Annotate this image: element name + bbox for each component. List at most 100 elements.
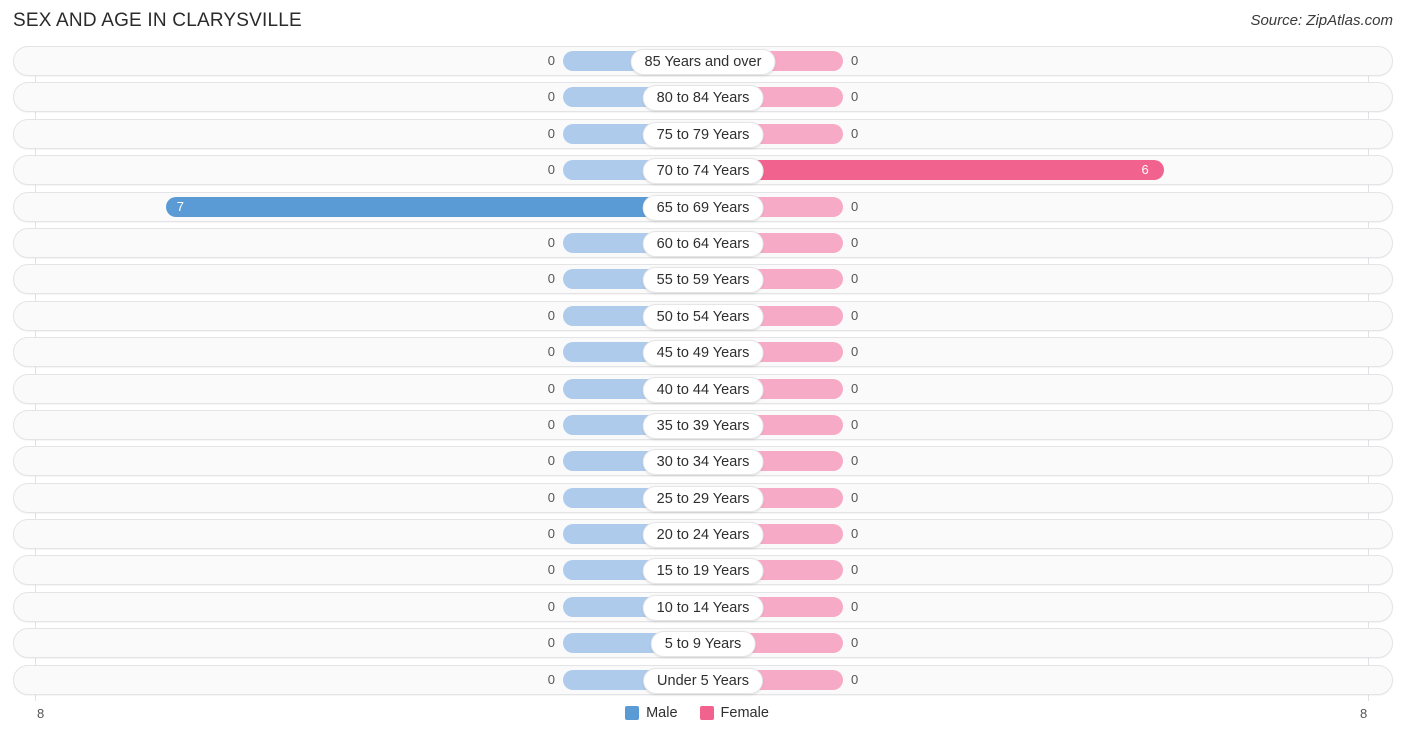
legend-label-female: Female <box>720 705 769 721</box>
male-value-label: 0 <box>547 453 555 469</box>
male-value-label: 0 <box>547 162 555 178</box>
table-row[interactable]: 0 0 20 to 24 Years <box>13 519 1393 550</box>
age-group-label: 40 to 44 Years <box>642 376 764 403</box>
table-row[interactable]: 0 0 10 to 14 Years <box>13 591 1393 622</box>
table-row[interactable]: 7 0 65 to 69 Years <box>13 191 1393 222</box>
female-value-label: 0 <box>851 453 859 469</box>
age-group-label: 80 to 84 Years <box>642 85 764 112</box>
female-value-label: 0 <box>851 307 859 323</box>
male-value-label: 0 <box>547 416 555 432</box>
male-value-label: 0 <box>547 307 555 323</box>
female-value-label: 6 <box>1141 162 1149 178</box>
male-value-label: 0 <box>547 598 555 614</box>
legend-item-female[interactable]: Female <box>699 705 769 721</box>
table-row[interactable]: 0 0 5 to 9 Years <box>13 628 1393 659</box>
age-group-label: 15 to 19 Years <box>642 558 764 585</box>
age-group-label: 5 to 9 Years <box>650 631 756 658</box>
female-value-label: 0 <box>851 125 859 141</box>
row-bars: 0 0 45 to 49 Years <box>14 338 1392 367</box>
row-bars: 0 0 80 to 84 Years <box>14 83 1392 112</box>
table-row[interactable]: 0 6 70 to 74 Years <box>13 155 1393 186</box>
male-value-label: 0 <box>547 89 555 105</box>
age-group-label: 65 to 69 Years <box>642 194 764 221</box>
male-value-label: 0 <box>547 489 555 505</box>
female-value-label: 0 <box>851 562 859 578</box>
male-value-label: 0 <box>547 635 555 651</box>
age-group-label: 60 to 64 Years <box>642 230 764 257</box>
source-attribution: Source: ZipAtlas.com <box>1250 12 1393 29</box>
table-row[interactable]: 0 0 50 to 54 Years <box>13 300 1393 331</box>
chart-legend: Male Female <box>0 705 1406 721</box>
table-row[interactable]: 0 0 30 to 34 Years <box>13 446 1393 477</box>
female-value-label: 0 <box>851 489 859 505</box>
row-bars: 0 0 55 to 59 Years <box>14 265 1392 294</box>
age-group-label: 70 to 74 Years <box>642 158 764 185</box>
age-group-label: 45 to 49 Years <box>642 340 764 367</box>
table-row[interactable]: 0 0 55 to 59 Years <box>13 264 1393 295</box>
table-row[interactable]: 0 0 35 to 39 Years <box>13 409 1393 440</box>
female-value-label: 0 <box>851 671 859 687</box>
female-value-label: 0 <box>851 380 859 396</box>
table-row[interactable]: 0 0 40 to 44 Years <box>13 373 1393 404</box>
table-row[interactable]: 0 0 45 to 49 Years <box>13 337 1393 368</box>
table-row[interactable]: 0 0 60 to 64 Years <box>13 227 1393 258</box>
age-group-label: 20 to 24 Years <box>642 522 764 549</box>
male-value-label: 0 <box>547 344 555 360</box>
table-row[interactable]: 0 0 Under 5 Years <box>13 664 1393 695</box>
male-value-label: 0 <box>547 380 555 396</box>
row-bars: 0 0 15 to 19 Years <box>14 556 1392 585</box>
table-row[interactable]: 0 0 80 to 84 Years <box>13 82 1393 113</box>
female-value-label: 0 <box>851 416 859 432</box>
age-group-row-list: 0 0 85 Years and over 0 0 80 to 84 Years 0 0 75 … <box>0 46 1406 701</box>
female-value-label: 0 <box>851 635 859 651</box>
row-bars: 0 0 20 to 24 Years <box>14 520 1392 549</box>
row-bars: 0 0 5 to 9 Years <box>14 629 1392 658</box>
row-bars: 0 0 85 Years and over <box>14 47 1392 75</box>
male-value-label: 0 <box>547 671 555 687</box>
age-group-label: 35 to 39 Years <box>642 412 764 439</box>
legend-item-male[interactable]: Male <box>625 705 678 721</box>
age-group-label: 75 to 79 Years <box>642 121 764 148</box>
population-pyramid-chart: 0 0 85 Years and over 0 0 80 to 84 Years 0 0 75 … <box>0 46 1406 704</box>
female-color-swatch-icon <box>699 706 714 720</box>
row-bars: 7 0 65 to 69 Years <box>14 193 1392 221</box>
age-group-label: 85 Years and over <box>630 49 776 75</box>
male-value-label: 0 <box>547 125 555 141</box>
age-group-label: 50 to 54 Years <box>642 303 764 330</box>
female-value-label: 0 <box>851 89 859 105</box>
table-row[interactable]: 0 0 75 to 79 Years <box>13 118 1393 149</box>
table-row[interactable]: 0 0 25 to 29 Years <box>13 482 1393 513</box>
row-bars: 0 0 Under 5 Years <box>14 666 1392 694</box>
male-value-label: 0 <box>547 562 555 578</box>
chart-header: SEX AND AGE IN CLARYSVILLE Source: ZipAt… <box>0 0 1406 46</box>
row-bars: 0 0 75 to 79 Years <box>14 120 1392 148</box>
chart-footer: 8 8 Male Female <box>0 700 1406 740</box>
table-row[interactable]: 0 0 15 to 19 Years <box>13 555 1393 586</box>
male-value-label: 0 <box>547 53 555 68</box>
age-group-label: 25 to 29 Years <box>642 485 764 512</box>
female-value-label: 0 <box>851 598 859 614</box>
male-value-label: 0 <box>547 526 555 542</box>
male-color-swatch-icon <box>625 706 640 720</box>
female-value-label: 0 <box>851 53 859 68</box>
male-bar[interactable] <box>165 196 703 217</box>
legend-label-male: Male <box>646 705 678 721</box>
female-value-label: 0 <box>851 526 859 542</box>
row-bars: 0 0 10 to 14 Years <box>14 593 1392 621</box>
age-group-label: 30 to 34 Years <box>642 449 764 476</box>
male-value-label: 0 <box>547 234 555 250</box>
male-value-label: 0 <box>547 271 555 287</box>
age-group-label: 55 to 59 Years <box>642 267 764 294</box>
male-value-label: 7 <box>176 198 184 214</box>
table-row[interactable]: 0 0 85 Years and over <box>13 46 1393 76</box>
row-bars: 0 0 35 to 39 Years <box>14 411 1392 439</box>
row-bars: 0 0 50 to 54 Years <box>14 302 1392 330</box>
row-bars: 0 0 30 to 34 Years <box>14 447 1392 476</box>
row-bars: 0 0 25 to 29 Years <box>14 484 1392 512</box>
female-value-label: 0 <box>851 234 859 250</box>
female-value-label: 0 <box>851 271 859 287</box>
age-group-label: Under 5 Years <box>643 667 763 694</box>
female-value-label: 0 <box>851 344 859 360</box>
row-bars: 0 0 40 to 44 Years <box>14 375 1392 403</box>
female-bar[interactable] <box>703 160 1164 181</box>
